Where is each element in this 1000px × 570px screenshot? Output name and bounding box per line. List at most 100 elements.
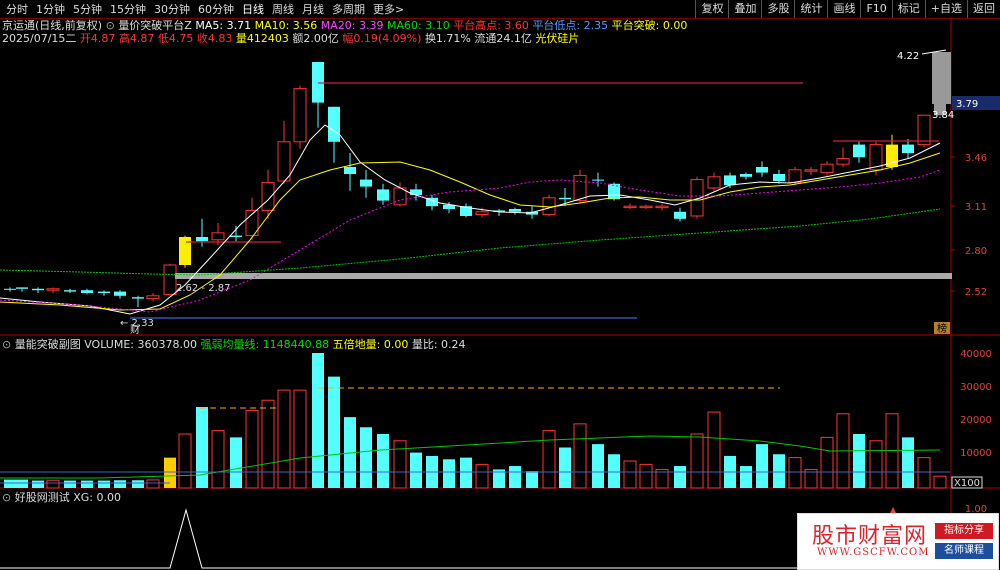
price-axis-label: 3.11	[965, 202, 987, 213]
volume-bar-up	[917, 457, 931, 489]
candle-body	[853, 144, 865, 158]
price-axis-label: 2.52	[965, 287, 987, 298]
volume-bar-up	[211, 430, 225, 489]
volume-bar-down	[756, 444, 768, 488]
ma5-line	[0, 124, 941, 315]
candle-body-up	[293, 88, 307, 143]
volume-bar-down	[509, 466, 521, 488]
candle-body	[756, 167, 768, 173]
candle-body	[64, 290, 76, 292]
volume-bar-down	[674, 466, 686, 488]
volume-bar-up	[707, 411, 721, 489]
watermark-url: WWW.GSCFW.COM	[817, 547, 930, 558]
candle-body	[344, 167, 356, 174]
ma20-line	[0, 169, 941, 313]
volume-bar-up	[542, 430, 556, 489]
candle-body	[724, 175, 736, 186]
volume-bar-down	[410, 452, 422, 488]
candle-body	[740, 174, 752, 177]
volume-bar-down	[773, 454, 785, 488]
watermark-tag-course: 名师课程	[935, 543, 993, 559]
test-panel-header: ⊙ 好股网测试 XG: 0.00	[2, 491, 121, 504]
volume-bar-up	[178, 433, 192, 489]
current-price-tag-bg	[932, 52, 951, 104]
candle-body-up	[623, 205, 637, 209]
candle-body	[230, 235, 242, 237]
price-axis-label: 3.79	[956, 99, 978, 110]
candle-body-up	[639, 205, 653, 209]
candle-body-up	[917, 114, 931, 146]
volume-ratio-value: 量比: 0.24	[411, 338, 466, 351]
kline-chart-canvas[interactable]: 2.62 - 2.87← 2.33财4.22榜3.793.843.463.112…	[0, 0, 1000, 570]
volume-bar-down	[460, 457, 472, 488]
volume-unit-label: X100	[954, 478, 980, 489]
volume-bar-up	[46, 479, 60, 489]
candle-body-up	[655, 205, 669, 209]
volume-bar-down	[740, 466, 752, 488]
candle-body-up	[475, 211, 489, 216]
candle-body-up	[836, 158, 850, 165]
candle-body	[410, 189, 422, 195]
candle-body	[81, 290, 93, 293]
volume-bar-up	[788, 457, 802, 489]
candle-body-up	[573, 174, 587, 202]
candle-body-up	[146, 295, 160, 300]
volume-bar-down	[132, 480, 144, 488]
candle-body	[377, 189, 389, 201]
volume-bar-down	[559, 447, 571, 488]
price-axis-label: 3.46	[965, 153, 987, 164]
volume-bar-down	[853, 434, 865, 488]
volume-bar-down	[4, 479, 16, 488]
volume-bar-down	[114, 480, 126, 488]
candle-body-up	[788, 169, 802, 183]
candle-body-up	[211, 232, 225, 241]
finance-marker: 财	[130, 323, 140, 336]
volume-bar-down	[16, 479, 28, 488]
volume-bar-up	[245, 409, 259, 489]
volume-bar-up	[869, 440, 883, 489]
candle-body-up	[163, 264, 177, 295]
test-panel-title[interactable]: 好股网测试	[15, 491, 70, 504]
volume-bar-up	[293, 389, 307, 489]
candle-body	[360, 179, 372, 187]
volume-value: VOLUME: 360378.00	[84, 338, 197, 351]
candle-body	[902, 144, 914, 153]
volume-panel-title[interactable]: 量能突破副图	[15, 338, 81, 351]
volume-bar-down	[32, 480, 44, 488]
candle-body	[509, 209, 521, 212]
volume-bar-up	[820, 436, 834, 489]
candle-body	[674, 211, 686, 219]
volume-bar-up	[146, 479, 160, 489]
ma60-line	[0, 208, 941, 276]
volume-bar-down	[328, 376, 340, 488]
volume-bar-down	[312, 353, 324, 488]
candle-body	[132, 297, 144, 299]
volume-bar-up	[933, 475, 947, 489]
volume-panel-header: ⊙ 量能突破副图 VOLUME: 360378.00 强弱均量线: 114844…	[2, 338, 466, 351]
volume-bar-up	[690, 433, 704, 489]
volume-bar-down	[377, 434, 389, 488]
volume-bar-up	[573, 423, 587, 489]
test-panel-toggle-icon[interactable]: ⊙	[2, 491, 11, 504]
five-times-low-value: 五倍地量: 0.00	[332, 338, 409, 351]
volume-bar-up	[475, 463, 489, 489]
volume-bar-up	[623, 460, 637, 489]
volume-panel-toggle-icon[interactable]: ⊙	[2, 338, 11, 351]
candle-body-up	[804, 169, 818, 172]
price-axis-label: 2.80	[965, 246, 987, 257]
platform-range-label: 2.62 - 2.87	[176, 283, 231, 294]
volume-bar-up	[639, 463, 653, 489]
volume-bar-down	[443, 459, 455, 488]
volume-bar-down	[196, 407, 208, 488]
candle-body-up	[46, 288, 60, 291]
candle-body	[32, 288, 44, 291]
candle-body	[312, 62, 324, 103]
candle-body	[773, 174, 785, 181]
volume-axis-label: 40000	[960, 349, 992, 360]
volume-bar-down	[592, 444, 604, 488]
site-watermark: 股市财富网 WWW.GSCFW.COM 指标分享 名师课程	[797, 513, 999, 570]
price-axis-label: 3.84	[932, 110, 954, 121]
volume-axis-label: 30000	[960, 382, 992, 393]
candle-body	[114, 291, 126, 296]
avg-volume-value: 强弱均量线: 1148440.88	[200, 338, 330, 351]
